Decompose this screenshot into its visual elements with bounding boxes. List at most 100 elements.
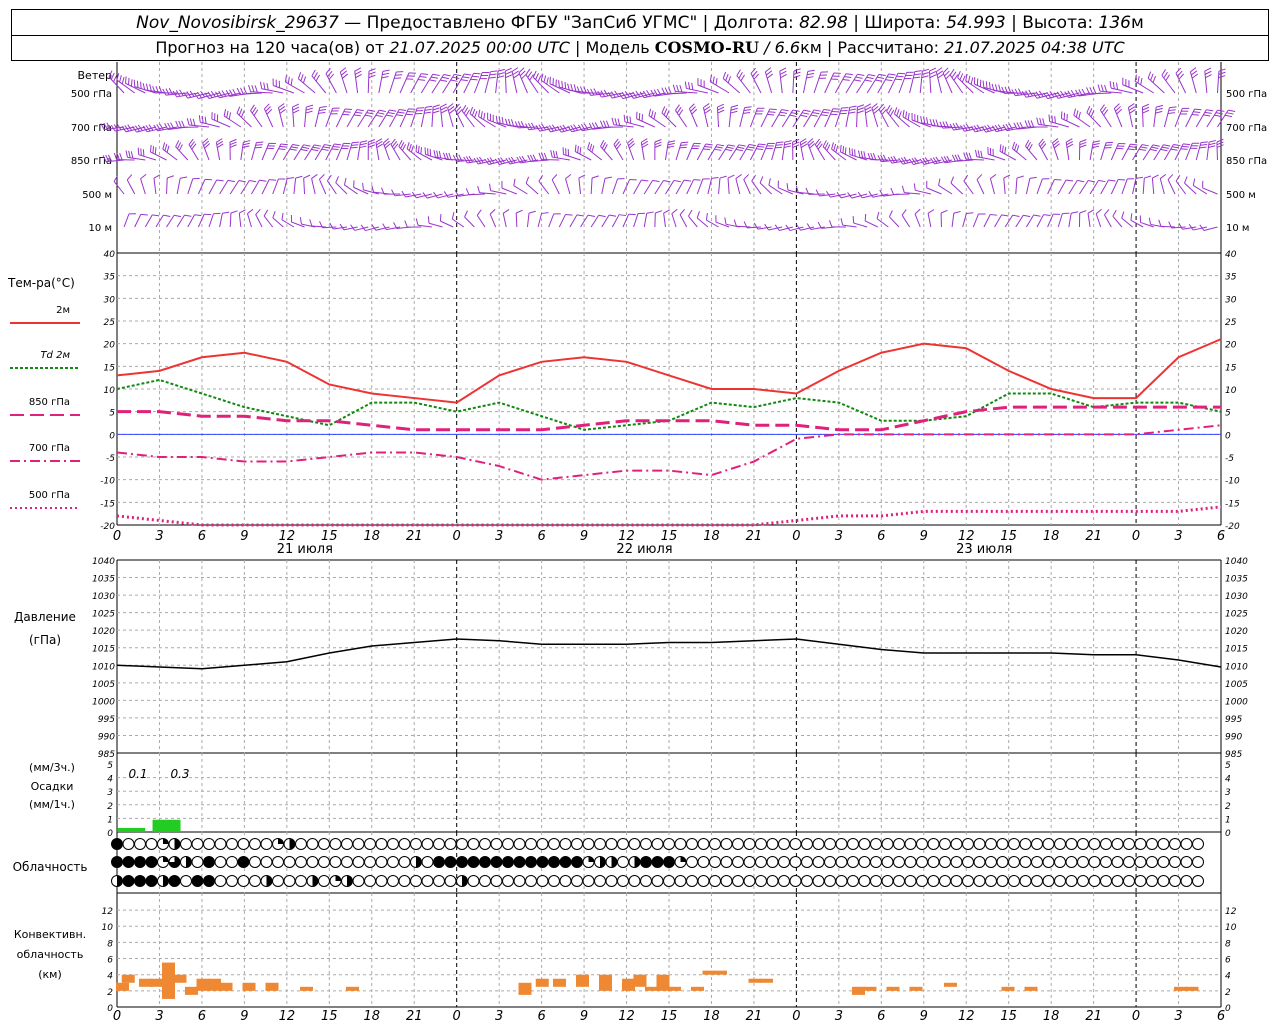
- wind-barb-feather: [1016, 122, 1021, 129]
- wind-barb-feather: [815, 189, 820, 197]
- wind-barb-feather: [844, 76, 852, 79]
- wind-barb-feather: [433, 150, 436, 158]
- wind-barb-feather: [443, 73, 451, 77]
- wind-barb: [281, 219, 295, 228]
- wind-barb-feather: [226, 110, 229, 118]
- wind-barb: [938, 184, 953, 195]
- wind-barb-feather: [733, 219, 737, 227]
- wind-barb-feather: [1086, 106, 1091, 113]
- hour-tick-label-bottom: 0: [453, 1009, 461, 1024]
- wind-barb-feather: [936, 70, 944, 76]
- wind-barb-feather: [824, 142, 829, 149]
- hour-tick-label-bottom: 18: [703, 1009, 720, 1024]
- wind-barb-feather: [354, 67, 362, 72]
- hour-tick-label-bottom: 9: [580, 1009, 588, 1024]
- cloud-symbol: [525, 875, 537, 887]
- wind-barb: [1160, 225, 1176, 228]
- cloud-symbol: [697, 856, 710, 868]
- wind-barb-feather: [791, 112, 799, 115]
- wind-barb-feather: [1137, 76, 1140, 84]
- wind-barb-feather: [735, 148, 743, 152]
- wind-barb: [569, 214, 578, 228]
- wind-barb-feather: [1178, 73, 1184, 80]
- wind-barb: [792, 71, 795, 94]
- wind-barb-feather: [738, 144, 746, 147]
- wind-barb-feather: [223, 109, 227, 117]
- temp-tick-right: 15: [1225, 363, 1237, 373]
- wind-barb-feather: [886, 105, 891, 112]
- wind-barb-feather: [957, 70, 961, 78]
- wind-barb-feather: [778, 114, 786, 117]
- wind-barb-feather: [779, 67, 787, 72]
- wind-barb-feather: [719, 175, 727, 179]
- hour-tick-label-bottom: 6: [1217, 1009, 1225, 1024]
- wind-barb-feather: [152, 146, 155, 154]
- cloud-symbol: [732, 856, 744, 868]
- wind-barb-feather: [1138, 148, 1147, 151]
- wind-barb-feather: [1200, 141, 1208, 144]
- precip-tick-left: 2: [107, 802, 113, 812]
- cloud-symbol: [111, 838, 123, 850]
- wind-barb-feather: [344, 108, 353, 111]
- wind-barb-feather: [1170, 148, 1178, 151]
- cloud-symbol: [1054, 856, 1066, 868]
- wind-barb-feather: [119, 153, 123, 160]
- wind-barb: [760, 108, 771, 128]
- cloud-symbol: [801, 838, 813, 850]
- cloud-symbol: [536, 856, 549, 868]
- wind-barb-feather: [792, 138, 800, 143]
- precip-bar: [152, 819, 181, 832]
- wind-barb-feather: [1181, 145, 1189, 148]
- wind-barb: [326, 180, 337, 195]
- wind-barb-feather: [831, 142, 834, 150]
- wind-barb-feather: [1169, 106, 1177, 109]
- cloud-symbol: [237, 856, 250, 868]
- wind-barb-feather: [1001, 145, 1004, 153]
- wind-barb-feather: [1142, 106, 1150, 111]
- wind-barb-feather: [359, 145, 367, 149]
- wind-barb-feather: [890, 187, 895, 195]
- cloud-symbol: [720, 856, 733, 868]
- wind-barb-feather: [565, 213, 573, 216]
- wind-barb: [1015, 214, 1024, 228]
- cloud-symbol: [985, 838, 997, 850]
- wind-barb-feather: [230, 210, 238, 214]
- wind-barb-feather: [529, 74, 534, 81]
- wind-barb-feather: [728, 144, 736, 147]
- wind-barb: [679, 214, 688, 228]
- cloud-symbol: [571, 875, 583, 887]
- convective-bar: [518, 982, 532, 995]
- wind-barb-feather: [1092, 143, 1100, 146]
- wind-barb: [375, 142, 380, 161]
- wind-barb: [247, 213, 252, 228]
- wind-barb-feather: [438, 150, 442, 159]
- wind-barb-feather: [181, 120, 185, 128]
- cloud-symbol: [1146, 856, 1158, 868]
- wind-level-label-left: 500 гПа: [71, 89, 112, 100]
- cloud-symbol-half: [462, 875, 468, 887]
- cloud-symbol: [939, 838, 951, 850]
- cloud-symbol: [1077, 856, 1089, 868]
- wind-barb: [1068, 213, 1072, 228]
- wind-barb-feather: [876, 76, 885, 79]
- wind-barb-feather: [614, 118, 618, 126]
- wind-barb: [727, 178, 730, 195]
- wind-barb-feather: [998, 84, 1001, 92]
- wind-barb-feather: [684, 81, 687, 89]
- wind-barb-feather: [254, 85, 258, 93]
- cloud-symbol: [168, 875, 181, 887]
- cloud-symbol: [352, 838, 365, 850]
- wind-barb-feather: [184, 214, 192, 217]
- meteogram: Ветер 500 гПа 500 гПа 700 гПа 700 гПа 850 гПа…: [7, 62, 1267, 1024]
- wind-barb: [1015, 178, 1018, 195]
- wind-barb-feather: [748, 144, 756, 147]
- wind-barb: [389, 109, 400, 128]
- temp-tick-left: -10: [100, 477, 115, 487]
- conv-title-3: (км): [38, 968, 62, 981]
- cloud-symbol: [881, 856, 894, 868]
- convective-bar: [162, 962, 175, 999]
- temp-legend-label: Td 2м: [40, 350, 70, 361]
- wind-barb-feather: [1216, 144, 1224, 148]
- cloud-symbol: [214, 856, 227, 868]
- wind-barb-feather: [164, 123, 169, 130]
